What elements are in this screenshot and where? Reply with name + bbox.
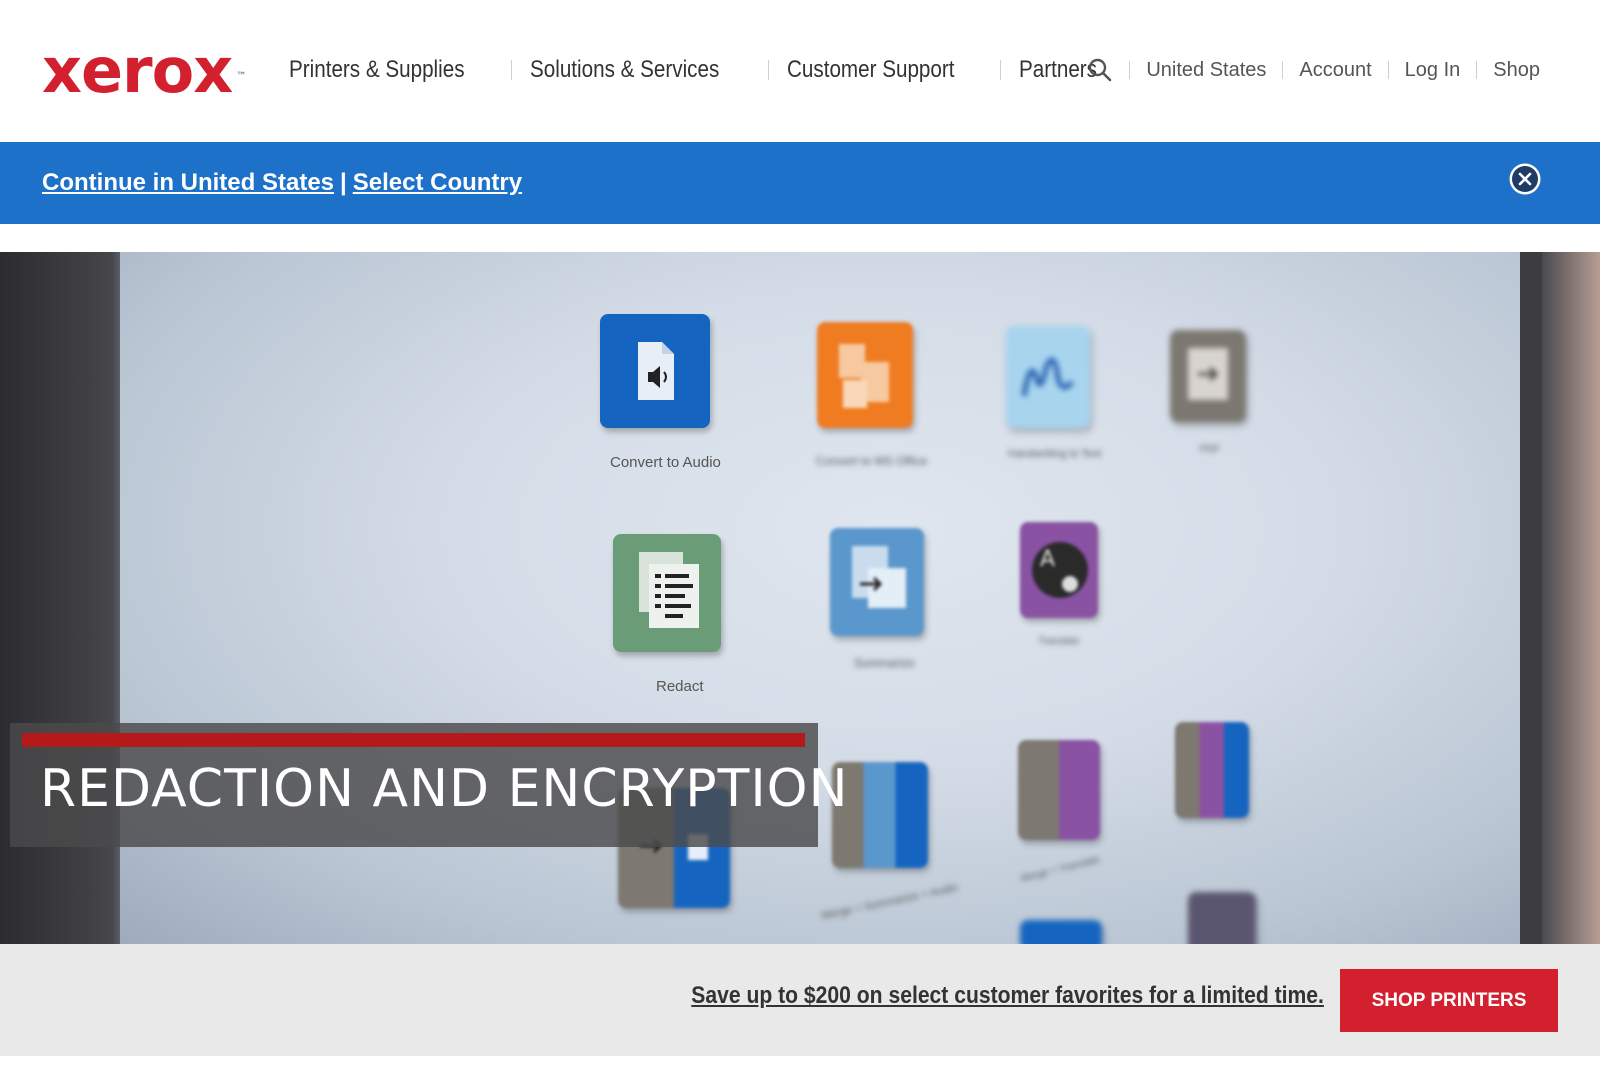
hero-title: REDACTION AND ENCRYPTION: [40, 759, 849, 819]
promo-link[interactable]: Save up to $200 on select customer favor…: [691, 982, 1324, 1010]
utility-nav: United States Account Log In Shop: [1087, 52, 1540, 88]
login-link[interactable]: Log In: [1405, 59, 1461, 82]
banner-links: Continue in United States | Select Country: [42, 166, 522, 200]
device-bezel: [1542, 252, 1600, 944]
account-link[interactable]: Account: [1299, 59, 1371, 82]
redact-document-icon: [613, 534, 721, 652]
close-circle-icon[interactable]: [1508, 162, 1542, 196]
audio-file-icon: [600, 314, 710, 428]
svg-text:A: A: [1040, 547, 1055, 572]
nav-divider: [511, 60, 513, 80]
utility-divider: [1129, 61, 1131, 79]
app-label: Merge + Summarize + Audio: [820, 881, 960, 923]
caption-accent-bar: [22, 733, 805, 747]
app-label: Convert to MS Office: [816, 454, 928, 468]
site-header: xerox ™ Printers & Supplies Solutions & S…: [0, 0, 1600, 142]
summarize-icon: [830, 528, 924, 636]
app-label: Redact: [656, 678, 704, 695]
pdf-icon: [1170, 330, 1246, 422]
merge-translate-icon: [1018, 740, 1100, 840]
nav-customer-support[interactable]: Customer Support: [787, 56, 954, 84]
xerox-logo[interactable]: xerox ™: [42, 34, 246, 107]
search-icon[interactable]: [1087, 57, 1113, 83]
nav-divider: [999, 60, 1001, 80]
app-label: Merge + Translate: [1019, 854, 1102, 885]
logo-text: xerox: [42, 34, 233, 107]
shop-link[interactable]: Shop: [1493, 59, 1540, 82]
nav-solutions-services[interactable]: Solutions & Services: [530, 56, 719, 84]
handwriting-icon: [1006, 326, 1090, 428]
banner-separator: |: [340, 169, 347, 196]
app-label: Convert to Audio: [610, 454, 721, 471]
country-link[interactable]: United States: [1146, 59, 1266, 82]
shop-printers-button[interactable]: SHOP PRINTERS: [1340, 969, 1558, 1032]
app-label: Translate: [1038, 636, 1080, 647]
continue-country-link[interactable]: Continue in United States: [42, 169, 334, 196]
app-label: Summarize: [854, 656, 915, 670]
app-label: PDF: [1200, 444, 1220, 455]
nav-partners[interactable]: Partners: [1019, 56, 1097, 84]
nav-printers-supplies[interactable]: Printers & Supplies: [289, 56, 465, 84]
utility-divider: [1476, 61, 1478, 79]
select-country-link[interactable]: Select Country: [353, 169, 522, 196]
office-convert-icon: [817, 322, 913, 428]
nav-divider: [768, 60, 770, 80]
logo-trademark: ™: [236, 71, 247, 82]
app-tile-partial: [1020, 920, 1102, 944]
hero-caption: REDACTION AND ENCRYPTION: [10, 723, 848, 847]
utility-divider: [1282, 61, 1284, 79]
country-banner: Continue in United States | Select Country: [0, 142, 1600, 224]
app-label: Handwriting to Text: [1008, 448, 1102, 460]
merge-icon: [1175, 722, 1249, 818]
main-nav: Printers & Supplies Solutions & Services…: [289, 52, 1110, 88]
app-tile-partial: [1188, 892, 1256, 944]
utility-divider: [1387, 61, 1389, 79]
translate-icon: A: [1020, 522, 1098, 618]
